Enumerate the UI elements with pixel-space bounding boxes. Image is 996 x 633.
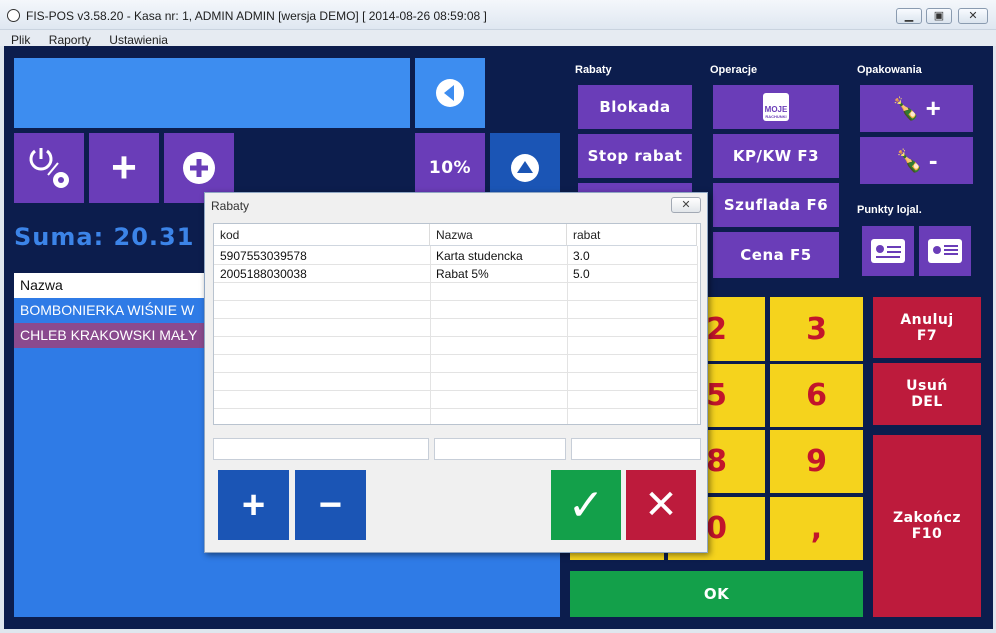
- section-punkty: Punkty lojal.: [857, 204, 922, 216]
- menu-plik[interactable]: Plik: [11, 33, 30, 47]
- anuluj-label: Anuluj: [900, 311, 954, 328]
- moje-rachunki-button[interactable]: MOJE RACHUNKI: [713, 85, 839, 129]
- menu-raporty[interactable]: Raporty: [49, 33, 91, 47]
- plus-icon: +: [111, 143, 137, 192]
- sum-label: Suma: 20.31: [14, 223, 195, 251]
- cena-button[interactable]: Cena F5: [713, 232, 839, 278]
- bottle-icon: 🍾: [892, 95, 920, 121]
- cell-kod: 2005188030038: [220, 267, 307, 281]
- row-divider: [214, 318, 697, 319]
- cell-nazwa: Karta studencka: [436, 249, 523, 263]
- window-title: FIS-POS v3.58.20 - Kasa nr: 1, ADMIN ADM…: [26, 9, 487, 23]
- column-header-kod[interactable]: kod: [214, 224, 430, 246]
- bottle-icon: 🍾: [895, 147, 923, 173]
- kp-kw-button[interactable]: KP/KW F3: [713, 134, 839, 178]
- key-9[interactable]: 9: [770, 430, 863, 493]
- loyalty-card-button[interactable]: [862, 226, 914, 276]
- power-gear-icon: [29, 148, 69, 188]
- ok-button[interactable]: OK: [570, 571, 863, 617]
- filter-kod-input[interactable]: [213, 438, 429, 460]
- discount-table[interactable]: kod Nazwa rabat 5907553039578 Karta stud…: [213, 223, 701, 425]
- row-divider: [214, 372, 697, 373]
- power-settings-button[interactable]: [14, 133, 84, 203]
- barcode-input[interactable]: [14, 58, 410, 128]
- moje-rachunki-logo-icon: MOJE RACHUNKI: [763, 93, 789, 121]
- plus-label: +: [925, 93, 941, 123]
- row-divider: [214, 354, 697, 355]
- key-6[interactable]: 6: [770, 364, 863, 427]
- key-3[interactable]: 3: [770, 297, 863, 361]
- packaging-add-button[interactable]: 🍾 +: [860, 85, 973, 132]
- key-comma[interactable]: ,: [770, 497, 863, 560]
- stop-rabat-button[interactable]: Stop rabat: [578, 134, 692, 178]
- logo-subtext: RACHUNKI: [765, 114, 787, 119]
- column-header-nazwa[interactable]: Nazwa: [430, 224, 567, 246]
- back-button[interactable]: [415, 58, 485, 128]
- loyalty-card-info-button[interactable]: [919, 226, 971, 276]
- row-divider: [214, 336, 697, 337]
- rabaty-dialog: Rabaty ✕ kod Nazwa rabat 5907553039578 K…: [204, 192, 708, 553]
- dialog-close-button[interactable]: ✕: [671, 197, 701, 213]
- usun-label: Usuń: [906, 378, 948, 394]
- up-arrow-icon: [511, 154, 539, 182]
- back-arrow-icon: [436, 79, 464, 107]
- szuflada-button[interactable]: Szuflada F6: [713, 183, 839, 227]
- plus-circle-icon: [183, 152, 215, 184]
- cancel-button[interactable]: ✕: [626, 470, 696, 540]
- section-opakowania: Opakowania: [857, 64, 922, 76]
- list-item[interactable]: BOMBONIERKA WIŚNIE W: [14, 298, 210, 323]
- usun-button[interactable]: Usuń DEL: [873, 363, 981, 425]
- cell-rabat: 3.0: [573, 249, 590, 263]
- usun-shortcut: DEL: [911, 394, 943, 410]
- zakoncz-shortcut: F10: [911, 526, 943, 542]
- row-divider: [214, 408, 697, 409]
- confirm-button[interactable]: ✓: [551, 470, 621, 540]
- anuluj-button[interactable]: Anuluj F7: [873, 297, 981, 358]
- minimize-button[interactable]: ▁: [896, 8, 922, 24]
- cell-rabat: 5.0: [573, 267, 590, 281]
- add-discount-button[interactable]: +: [218, 470, 289, 540]
- list-item[interactable]: CHLEB KRAKOWSKI MAŁY: [14, 323, 210, 348]
- list-header: Nazwa: [14, 273, 210, 298]
- anuluj-shortcut: F7: [916, 327, 938, 344]
- menu-ustawienia[interactable]: Ustawienia: [109, 33, 168, 47]
- remove-discount-button[interactable]: −: [295, 470, 366, 540]
- logo-text: MOJE: [764, 105, 788, 114]
- menu-bar: Plik Raporty Ustawienia: [0, 30, 996, 47]
- row-divider: [214, 390, 697, 391]
- cell-nazwa: Rabat 5%: [436, 267, 489, 281]
- dialog-title: Rabaty: [211, 199, 250, 213]
- loyalty-card-info-icon: [928, 239, 962, 263]
- section-rabaty: Rabaty: [575, 64, 612, 76]
- filter-nazwa-input[interactable]: [434, 438, 566, 460]
- minus-label: -: [928, 145, 938, 175]
- column-header-rabat[interactable]: rabat: [567, 224, 697, 246]
- title-bar: FIS-POS v3.58.20 - Kasa nr: 1, ADMIN ADM…: [0, 0, 996, 30]
- zakoncz-button[interactable]: Zakończ F10: [873, 435, 981, 617]
- column-divider: [697, 246, 698, 424]
- close-button[interactable]: ✕: [958, 8, 988, 24]
- filter-rabat-input[interactable]: [571, 438, 701, 460]
- maximize-button[interactable]: ▣: [926, 8, 952, 24]
- add-product-button[interactable]: +: [89, 133, 159, 203]
- zakoncz-label: Zakończ: [892, 510, 962, 526]
- cell-kod: 5907553039578: [220, 249, 307, 263]
- blokada-button[interactable]: Blokada: [578, 85, 692, 129]
- loyalty-card-icon: [871, 239, 905, 263]
- section-operacje: Operacje: [710, 64, 758, 76]
- app-icon: [7, 9, 20, 22]
- row-divider: [214, 300, 697, 301]
- packaging-remove-button[interactable]: 🍾 -: [860, 137, 973, 184]
